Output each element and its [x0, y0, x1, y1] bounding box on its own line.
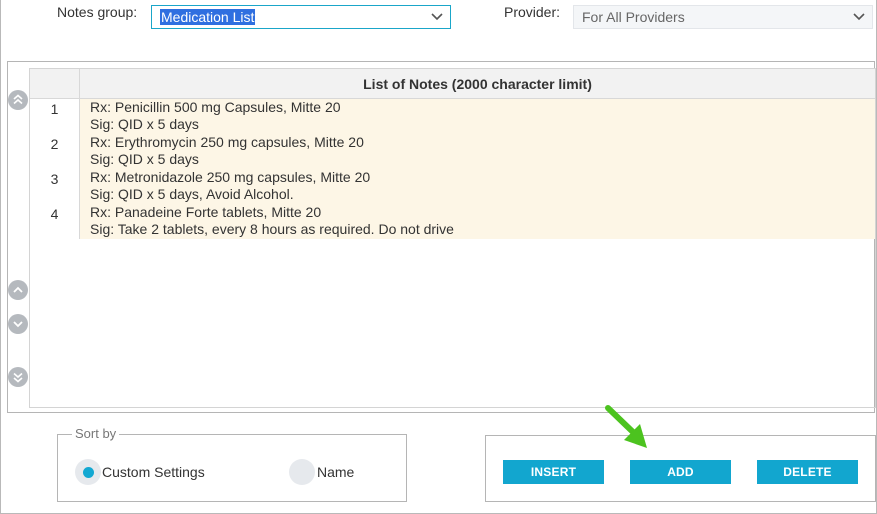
radio-custom-settings[interactable]: [75, 459, 101, 485]
radio-selected-dot: [82, 466, 94, 478]
note-line: Rx: Panadeine Forte tablets, Mitte 20: [90, 204, 322, 220]
grid-header-number-column: [30, 69, 80, 99]
delete-button[interactable]: DELETE: [757, 460, 858, 484]
provider-label: Provider:: [504, 4, 561, 20]
row-note[interactable]: Rx: Panadeine Forte tablets, Mitte 20 Si…: [80, 204, 875, 239]
table-row[interactable]: 2 Rx: Erythromycin 250 mg capsules, Mitt…: [30, 134, 875, 169]
double-chevron-up-icon[interactable]: [8, 90, 28, 110]
note-line: Rx: Erythromycin 250 mg capsules, Mitte …: [90, 134, 364, 150]
row-note[interactable]: Rx: Metronidazole 250 mg capsules, Mitte…: [80, 169, 875, 204]
radio-name-label[interactable]: Name: [317, 464, 354, 480]
row-number: 3: [30, 169, 80, 204]
note-line: Sig: Take 2 tablets, every 8 hours as re…: [90, 221, 454, 237]
arrow-annotation-icon: [605, 405, 647, 448]
double-chevron-down-icon[interactable]: [8, 367, 28, 387]
table-row[interactable]: 4 Rx: Panadeine Forte tablets, Mitte 20 …: [30, 204, 875, 239]
add-button[interactable]: ADD: [630, 460, 731, 484]
note-line: Sig: QID x 5 days: [90, 151, 199, 167]
notes-panel: List of Notes (2000 character limit) 1 R…: [7, 61, 876, 413]
note-line: Sig: QID x 5 days: [90, 116, 199, 132]
notes-group-label: Notes group:: [57, 4, 138, 20]
note-line: Sig: QID x 5 days, Avoid Alcohol.: [90, 186, 294, 202]
table-row[interactable]: 3 Rx: Metronidazole 250 mg capsules, Mit…: [30, 169, 875, 204]
chevron-down-icon[interactable]: [424, 6, 450, 28]
row-note[interactable]: Rx: Erythromycin 250 mg capsules, Mitte …: [80, 134, 875, 169]
chevron-up-icon[interactable]: [8, 280, 28, 300]
insert-button[interactable]: INSERT: [503, 460, 604, 484]
row-number: 4: [30, 204, 80, 239]
provider-value: For All Providers: [582, 9, 685, 25]
notes-grid: List of Notes (2000 character limit) 1 R…: [29, 68, 876, 408]
table-row[interactable]: 1 Rx: Penicillin 500 mg Capsules, Mitte …: [30, 99, 875, 134]
radio-name[interactable]: [289, 459, 315, 485]
note-line: Rx: Metronidazole 250 mg capsules, Mitte…: [90, 169, 371, 185]
grid-header: List of Notes (2000 character limit): [30, 69, 875, 99]
row-number: 2: [30, 134, 80, 169]
row-number: 1: [30, 99, 80, 134]
note-line: Rx: Penicillin 500 mg Capsules, Mitte 20: [90, 99, 341, 115]
chevron-down-icon[interactable]: [8, 314, 28, 334]
grid-header-title: List of Notes (2000 character limit): [363, 76, 592, 92]
notes-group-select[interactable]: Medication List: [151, 5, 451, 29]
notes-group-value: Medication List: [160, 9, 256, 25]
row-note[interactable]: Rx: Penicillin 500 mg Capsules, Mitte 20…: [80, 99, 875, 134]
chevron-down-icon[interactable]: [846, 6, 872, 28]
sort-by-legend: Sort by: [72, 426, 120, 441]
provider-select[interactable]: For All Providers: [573, 5, 873, 29]
radio-custom-settings-label[interactable]: Custom Settings: [102, 464, 205, 480]
